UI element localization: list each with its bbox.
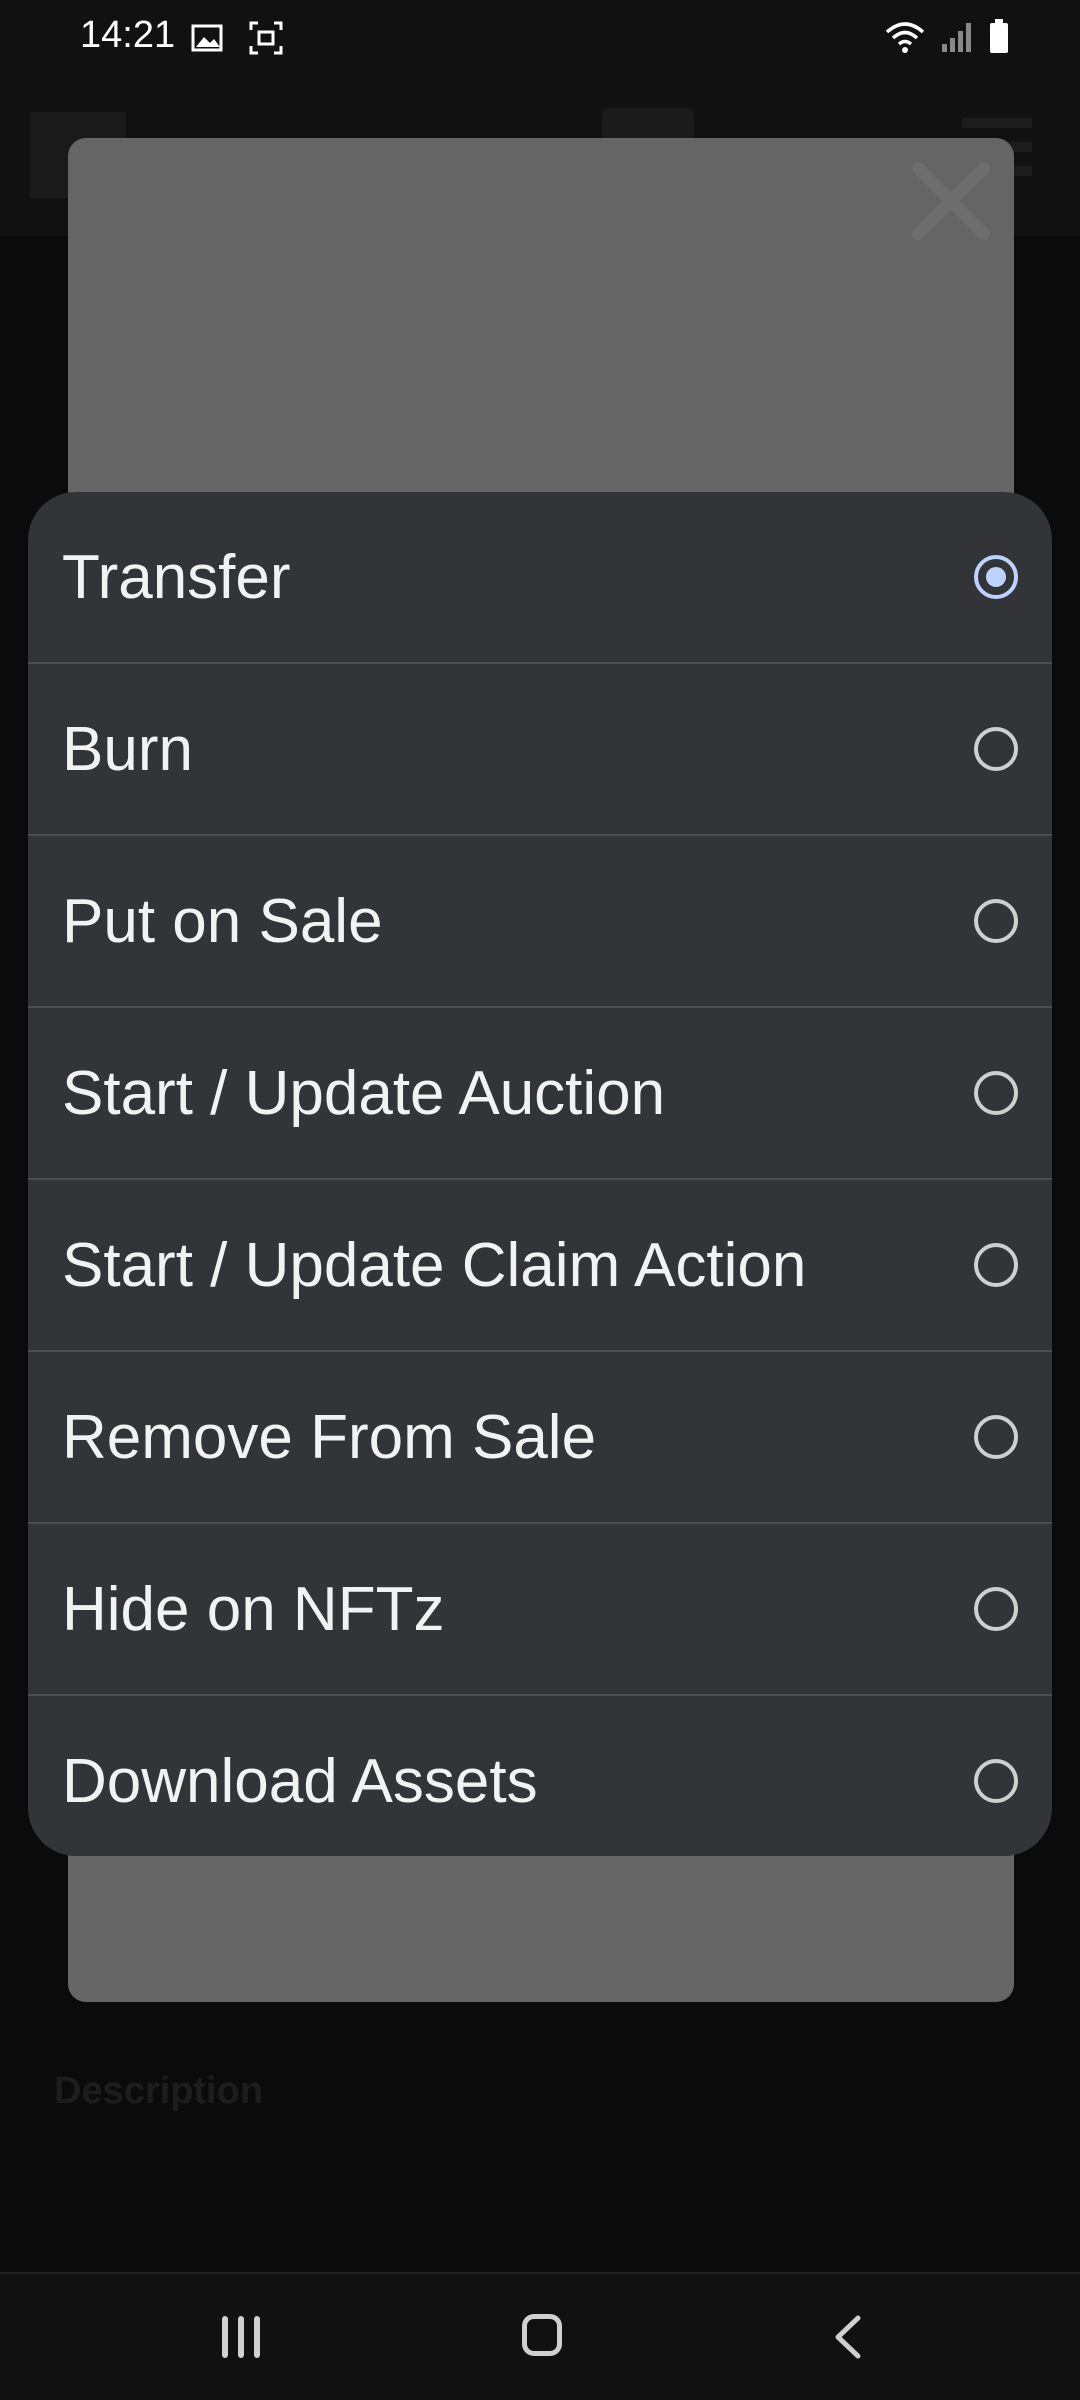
- radio-icon[interactable]: [974, 1071, 1018, 1115]
- option-start-update-claim-action[interactable]: Start / Update Claim Action: [28, 1180, 1052, 1352]
- action-options-sheet: Transfer Burn Put on Sale Start / Update…: [28, 492, 1052, 1856]
- description-heading: Description: [54, 2070, 264, 2112]
- option-label: Put on Sale: [62, 886, 383, 956]
- option-label: Burn: [62, 714, 193, 784]
- radio-icon[interactable]: [974, 1759, 1018, 1803]
- radio-icon[interactable]: [974, 1243, 1018, 1287]
- radio-selected-icon[interactable]: [974, 555, 1018, 599]
- option-put-on-sale[interactable]: Put on Sale: [28, 836, 1052, 1008]
- signal-icon: [942, 23, 971, 52]
- option-remove-from-sale[interactable]: Remove From Sale: [28, 1352, 1052, 1524]
- radio-icon[interactable]: [974, 1587, 1018, 1631]
- status-icons-left: [190, 20, 284, 56]
- system-nav-bar: [0, 2272, 1080, 2400]
- option-label: Hide on NFTz: [62, 1574, 445, 1644]
- option-label: Transfer: [62, 542, 291, 612]
- gallery-icon: [191, 24, 223, 52]
- option-transfer[interactable]: Transfer: [28, 492, 1052, 664]
- option-hide-on-nftz[interactable]: Hide on NFTz: [28, 1524, 1052, 1696]
- close-icon[interactable]: [910, 160, 992, 242]
- option-label: Remove From Sale: [62, 1402, 597, 1472]
- option-label: Download Assets: [62, 1746, 538, 1816]
- back-icon[interactable]: [828, 2314, 868, 2360]
- option-label: Start / Update Auction: [62, 1058, 666, 1128]
- wifi-icon: [885, 22, 925, 53]
- home-icon[interactable]: [522, 2314, 562, 2356]
- option-start-update-auction[interactable]: Start / Update Auction: [28, 1008, 1052, 1180]
- radio-icon[interactable]: [974, 727, 1018, 771]
- option-label: Start / Update Claim Action: [62, 1230, 807, 1300]
- radio-icon[interactable]: [974, 1415, 1018, 1459]
- status-icons-right: [884, 18, 1010, 54]
- status-bar: 14:21: [0, 0, 1080, 76]
- option-download-assets[interactable]: Download Assets: [28, 1696, 1052, 1856]
- status-time: 14:21: [80, 14, 176, 56]
- recents-icon[interactable]: [222, 2316, 262, 2358]
- screen-capture-icon: [249, 21, 283, 55]
- option-burn[interactable]: Burn: [28, 664, 1052, 836]
- radio-icon[interactable]: [974, 899, 1018, 943]
- battery-icon: [990, 19, 1008, 53]
